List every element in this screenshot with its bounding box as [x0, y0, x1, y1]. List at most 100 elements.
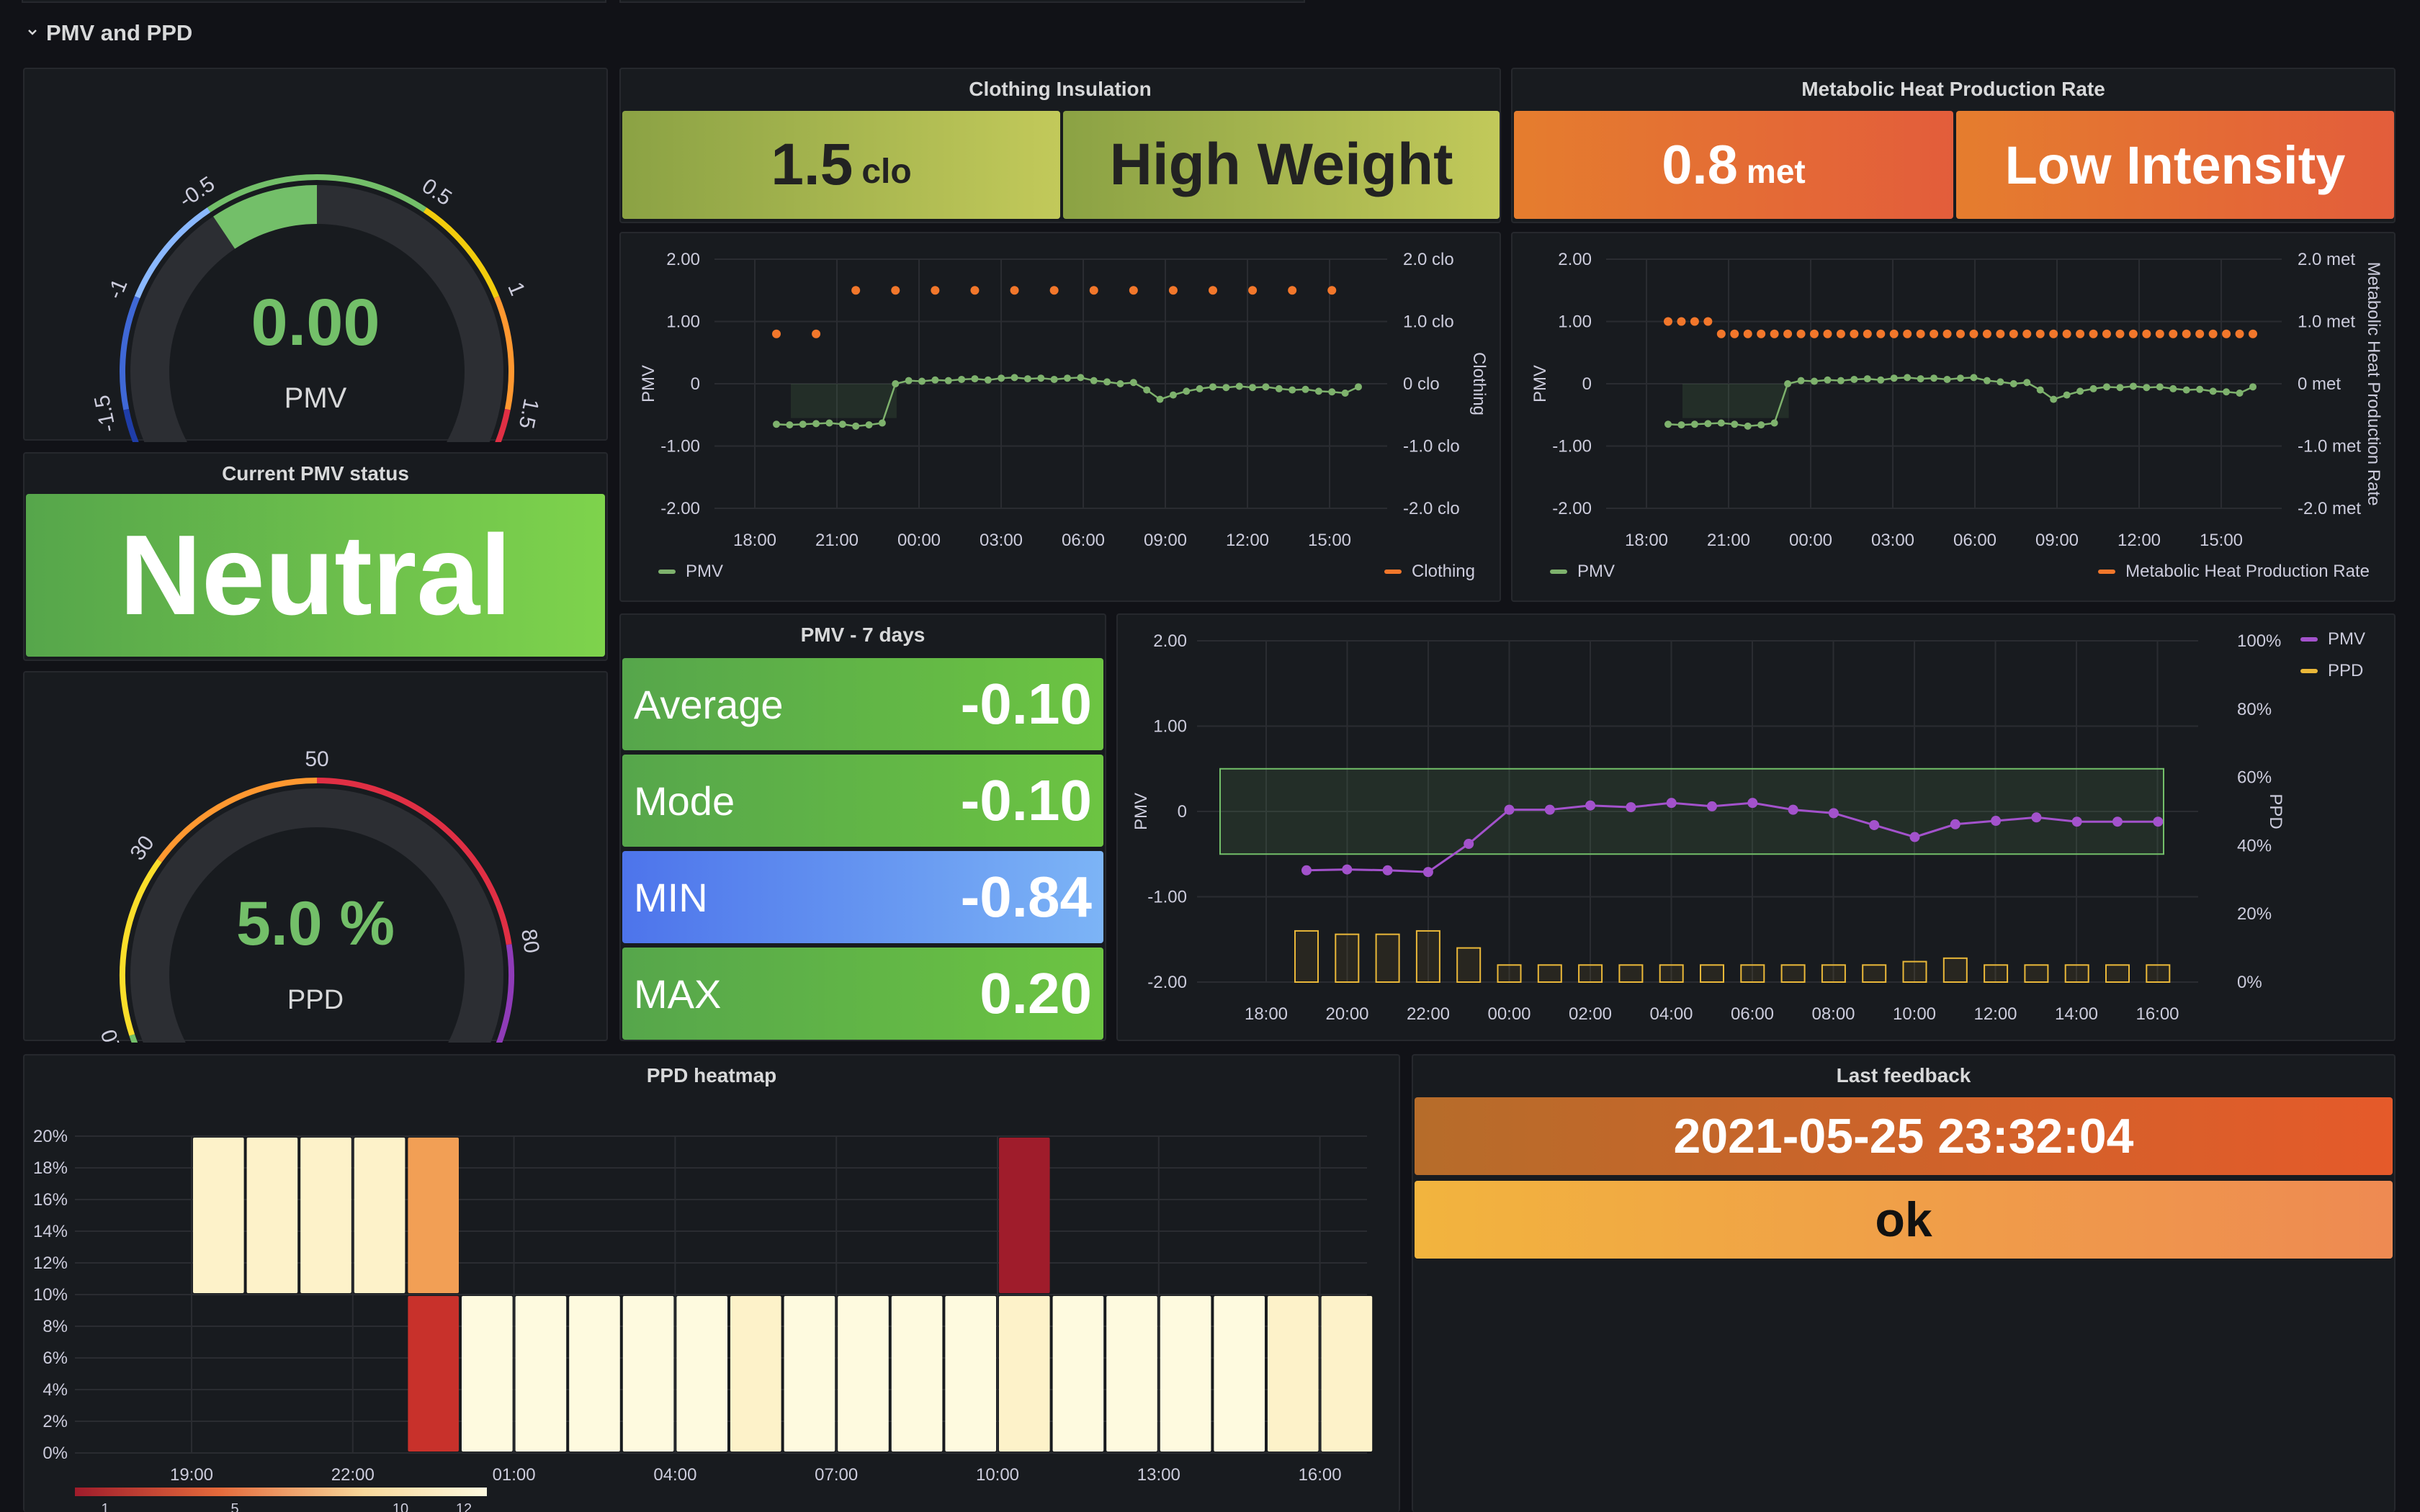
heatmap-cell — [730, 1296, 781, 1452]
pmv-point — [2209, 387, 2217, 395]
feedback-timestamp-box: 2021-05-25 23:32:04 — [1415, 1097, 2393, 1175]
pmv-point — [2009, 380, 2017, 387]
y-tick-label: -1.00 — [1147, 888, 1187, 907]
heatmap-cell — [1214, 1296, 1265, 1452]
panel-title: Metabolic Heat Production Rate — [1801, 78, 2105, 100]
clothing-stat-panel[interactable]: Clothing Insulation 1.5 clo High Weight — [619, 68, 1501, 223]
pmv-point — [1704, 420, 1712, 428]
pmv-point — [1156, 395, 1164, 403]
secondary-point — [2102, 329, 2111, 338]
pmv-point — [1784, 380, 1792, 387]
pmv-value: 0.00 — [251, 286, 380, 359]
metabolic-category-box: Low Intensity — [1956, 111, 2394, 219]
y-tick-label: 12% — [33, 1254, 68, 1273]
ppd-bar — [1497, 964, 1522, 983]
legend-clothing[interactable]: Clothing — [1384, 562, 1475, 582]
x-tick-label: 04:00 — [1649, 1004, 1693, 1024]
secondary-point — [1703, 317, 1713, 326]
legend-pmv[interactable]: PMV — [2300, 629, 2365, 649]
pmv-point — [1328, 388, 1336, 396]
pmv-point — [838, 420, 846, 428]
x-tick-label: 19:00 — [170, 1465, 213, 1485]
heatmap-cell — [622, 1296, 674, 1452]
legend-label: Metabolic Heat Production Rate — [2125, 562, 2370, 581]
secondary-point — [970, 286, 980, 295]
clothing-timeseries-panel[interactable]: 2.00 1.00 0 -1.00 -2.00 2.0 clo 1.0 clo 0 clo -1… — [619, 232, 1501, 602]
chevron-down-icon — [26, 25, 39, 42]
ppd-bar — [1618, 964, 1644, 983]
secondary-point — [1969, 329, 1978, 338]
pmv-point — [1757, 421, 1765, 429]
ppd-gauge-panel[interactable]: 010305080100 5.0 % PPD — [23, 671, 608, 1043]
heatmap-cell — [408, 1296, 459, 1452]
pmv-point — [1664, 420, 1672, 428]
secondary-point — [1129, 286, 1138, 295]
pmv-point — [1950, 819, 1960, 829]
x-tick-label: 06:00 — [1953, 531, 1996, 550]
secondary-point — [1664, 317, 1672, 326]
y2-tick-label: 80% — [2237, 700, 2272, 719]
y-tick-label: -1.00 — [660, 437, 700, 456]
y-tick-label: 1.00 — [1558, 312, 1592, 332]
pmv-gauge-panel[interactable]: -2-1.5-1-0.50.511.52 0.00 PMV — [23, 68, 608, 442]
pmv-point — [1275, 384, 1283, 392]
x-tick-label: 13:00 — [1137, 1465, 1180, 1485]
legend-swatch — [2300, 669, 2318, 673]
legend-metabolic[interactable]: Metabolic Heat Production Rate — [2098, 562, 2370, 582]
pmv-point — [2076, 387, 2084, 395]
pmv-point — [998, 374, 1005, 382]
legend-ppd[interactable]: PPD — [2300, 661, 2363, 681]
panel-title: Current PMV status — [222, 462, 409, 485]
ppd-bar — [1335, 933, 1360, 984]
heatmap-cell — [354, 1138, 405, 1293]
pmv-point — [1890, 374, 1898, 382]
x-tick-label: 00:00 — [1487, 1004, 1531, 1024]
secondary-point — [1956, 329, 1965, 338]
x-tick-label: 02:00 — [1569, 1004, 1612, 1024]
ppd-bar — [1700, 964, 1724, 983]
pmv-point — [2071, 816, 2082, 827]
scale-tick-label: 5 — [230, 1501, 238, 1512]
metabolic-stat-panel[interactable]: Metabolic Heat Production Rate 0.8 met L… — [1511, 68, 2396, 223]
ppd-heatmap-panel[interactable]: PPD heatmap 20% 18% 16% 14% 12% 10% 8% 6% 4% 2% 0%… — [23, 1054, 1400, 1512]
y2-tick-label: -1.0 clo — [1403, 437, 1460, 456]
pmv-point — [1209, 383, 1216, 391]
secondary-point — [2182, 329, 2191, 338]
ppd-bar — [1294, 930, 1319, 983]
y-tick-label: 2% — [42, 1412, 68, 1431]
pmv-point — [1077, 374, 1085, 382]
ppd-bar — [1415, 930, 1440, 983]
pmv-ppd-chart-panel[interactable]: 2.00 1.00 0 -1.00 -2.00 100% 80% 60% 40% 20% 0% 18:… — [1116, 613, 2396, 1041]
metabolic-timeseries-panel[interactable]: 2.00 1.00 0 -1.00 -2.00 2.0 met 1.0 met 0 met -1… — [1511, 232, 2396, 602]
x-tick-label: 22:00 — [1407, 1004, 1450, 1024]
color-scale — [75, 1488, 487, 1496]
last-feedback-panel[interactable]: Last feedback 2021-05-25 23:32:04 ok — [1412, 1054, 2396, 1512]
gauge-tick: 10 — [97, 1027, 127, 1043]
pmv-7days-panel[interactable]: PMV - 7 days Average -0.10 Mode -0.10 MI… — [619, 613, 1106, 1041]
pmv-ppd-chart: 2.00 1.00 0 -1.00 -2.00 100% 80% 60% 40% 20% 0% 18:… — [1131, 631, 2285, 1024]
ppd-bar — [2105, 964, 2130, 983]
feedback-status-box: ok — [1415, 1181, 2393, 1259]
legend-pmv[interactable]: PMV — [1550, 562, 1615, 582]
pmv-point — [799, 420, 807, 428]
x-tick-label: 15:00 — [1308, 531, 1351, 550]
pmv-point — [1342, 864, 1353, 875]
ppd-bar — [2064, 964, 2089, 983]
pmv-point — [1382, 865, 1393, 876]
y2-tick-label: 60% — [2237, 768, 2272, 788]
secondary-point — [1889, 329, 1899, 338]
y2-tick-label: -2.0 clo — [1403, 499, 1460, 518]
previous-panel-stub — [619, 0, 1305, 3]
y2-axis-label: Metabolic Heat Production Rate — [2364, 262, 2383, 506]
pmv-status-panel[interactable]: Current PMV status Neutral — [23, 452, 608, 661]
pmv-point — [1116, 380, 1124, 387]
x-tick-label: 14:00 — [2055, 1004, 2098, 1024]
legend-pmv[interactable]: PMV — [658, 562, 723, 582]
pmv-point — [1235, 382, 1243, 390]
y2-tick-label: 20% — [2237, 904, 2272, 924]
pmv-point — [2112, 816, 2123, 827]
row-header[interactable]: PMV and PPD — [26, 20, 192, 46]
x-tick-label: 18:00 — [733, 531, 776, 550]
pmv7-min: MIN -0.84 — [622, 851, 1103, 943]
y2-axis-label: PPD — [2266, 793, 2285, 829]
